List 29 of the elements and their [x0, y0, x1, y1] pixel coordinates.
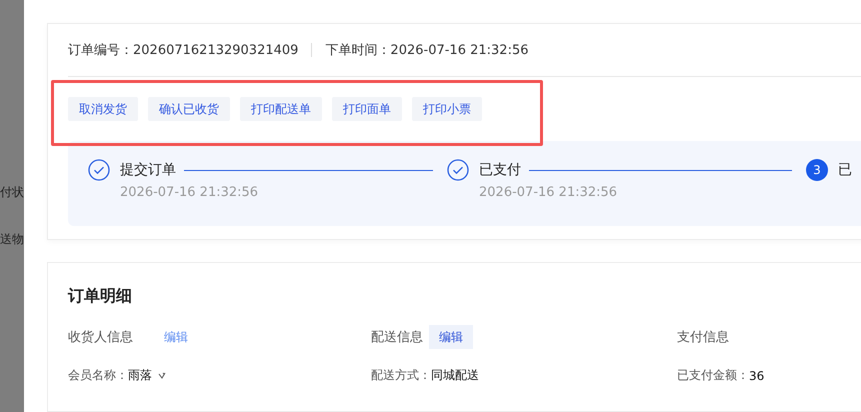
action-button[interactable]: 打印配送单	[240, 97, 322, 121]
edit-button[interactable]: 编辑	[429, 325, 473, 350]
field-value: 36	[749, 368, 764, 383]
action-button[interactable]: 打印面单	[332, 97, 402, 121]
check-circle-icon	[88, 159, 110, 181]
step-time: 2026-07-16 21:32:56	[120, 185, 260, 200]
info-heading: 配送信息	[371, 329, 423, 346]
field-label: 会员名称：	[68, 367, 128, 384]
step-number: 3	[806, 159, 828, 181]
field-value: 同城配送	[431, 367, 479, 384]
side-text: 付状	[0, 184, 24, 201]
action-button[interactable]: 取消发货	[68, 97, 138, 121]
order-time: 下单时间：2026-07-16 21:32:56	[325, 42, 528, 59]
step-label: 已	[838, 161, 852, 179]
info-heading: 支付信息	[677, 329, 729, 346]
step-time: 2026-07-16 21:32:56	[479, 185, 618, 200]
info-heading: 收货人信息	[68, 329, 133, 346]
step-label: 提交订单	[120, 161, 176, 179]
field-label: 已支付金额：	[677, 367, 749, 384]
edit-button[interactable]: 编辑	[154, 325, 198, 350]
field-label: 配送方式：	[371, 367, 431, 384]
action-button[interactable]: 打印小票	[412, 97, 482, 121]
action-button[interactable]: 确认已收货	[148, 97, 230, 121]
order-number: 订单编号：20260716213290321409	[68, 42, 298, 59]
side-text: 送物	[0, 231, 24, 248]
field-value: 雨落	[128, 367, 152, 384]
step-label: 已支付	[479, 161, 521, 179]
check-circle-icon	[447, 159, 469, 181]
section-title: 订单明细	[68, 285, 133, 308]
